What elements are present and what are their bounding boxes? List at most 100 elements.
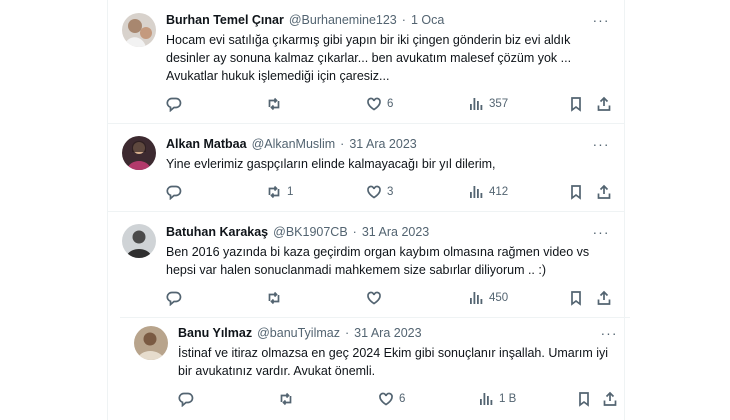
bookmark-button[interactable] xyxy=(568,183,584,201)
like-button[interactable]: 3 xyxy=(366,183,393,201)
retweet-icon xyxy=(280,392,292,406)
share-icon xyxy=(597,290,611,305)
display-name[interactable]: Burhan Temel Çınar xyxy=(166,13,284,27)
separator-dot: · xyxy=(340,137,345,151)
more-icon[interactable]: ··· xyxy=(592,12,610,28)
views-button[interactable]: 450 xyxy=(468,289,508,307)
reply-icon xyxy=(178,392,194,407)
display-name[interactable]: Alkan Matbaa xyxy=(166,137,247,151)
views-icon xyxy=(470,292,483,304)
retweet-icon xyxy=(268,97,280,111)
reply-button[interactable] xyxy=(166,289,182,307)
views-button[interactable]: 357 xyxy=(468,95,508,113)
retweet-button[interactable] xyxy=(278,390,299,408)
like-icon xyxy=(367,97,381,111)
display-name[interactable]: Batuhan Karakaş xyxy=(166,225,268,239)
bookmark-button[interactable] xyxy=(576,390,592,408)
views-count: 412 xyxy=(489,186,509,198)
avatar[interactable] xyxy=(122,136,156,170)
like-button[interactable]: 6 xyxy=(378,390,405,408)
share-button[interactable] xyxy=(596,183,612,201)
timestamp[interactable]: 31 Ara 2023 xyxy=(354,326,421,340)
reply-icon xyxy=(166,97,182,112)
views-button[interactable]: 1 B xyxy=(478,390,516,408)
tweet-text: Ben 2016 yazında bi kaza geçirdim organ … xyxy=(166,245,590,277)
views-icon xyxy=(470,98,483,110)
user-handle[interactable]: @banuTyilmaz xyxy=(257,326,340,340)
retweet-icon xyxy=(268,291,280,305)
tweet-divider xyxy=(108,123,624,124)
share-button[interactable] xyxy=(596,95,612,113)
avatar-photo xyxy=(134,326,168,360)
share-icon xyxy=(597,184,611,199)
reply-icon xyxy=(166,185,182,200)
action-bar: 1 3 412 xyxy=(166,183,612,201)
share-icon xyxy=(597,96,611,111)
avatar-photo xyxy=(122,136,156,170)
tweet-header: Burhan Temel Çınar @Burhanemine123 · 1 O… xyxy=(166,13,444,27)
tweet-text: İstinaf ve itiraz olmazsa en geç 2024 Ek… xyxy=(178,346,609,378)
separator-dot: · xyxy=(344,326,350,340)
tweet-divider xyxy=(120,317,630,318)
timestamp[interactable]: 1 Oca xyxy=(411,13,444,27)
retweet-button[interactable] xyxy=(266,95,287,113)
bookmark-icon xyxy=(571,185,581,200)
reply-button[interactable] xyxy=(166,95,182,113)
more-icon[interactable]: ··· xyxy=(600,325,618,341)
reply-icon xyxy=(166,291,182,306)
more-icon[interactable]: ··· xyxy=(592,224,610,240)
views-count: 450 xyxy=(489,292,509,304)
avatar[interactable] xyxy=(122,13,156,47)
share-button[interactable] xyxy=(596,289,612,307)
avatar-photo xyxy=(122,13,156,47)
timestamp[interactable]: 31 Ara 2023 xyxy=(362,225,429,239)
avatar-photo xyxy=(122,224,156,258)
more-icon[interactable]: ··· xyxy=(592,136,610,152)
retweet-count: 1 xyxy=(287,186,294,198)
bookmark-button[interactable] xyxy=(568,289,584,307)
display-name[interactable]: Banu Yılmaz xyxy=(178,326,252,340)
like-count: 6 xyxy=(399,393,406,405)
retweet-icon xyxy=(268,185,280,199)
action-bar: 6 1 B xyxy=(178,390,624,408)
replies-column: Burhan Temel Çınar @Burhanemine123 · 1 O… xyxy=(0,0,730,420)
share-icon xyxy=(603,391,617,406)
retweet-button[interactable] xyxy=(266,289,287,307)
views-count: 357 xyxy=(489,98,509,110)
views-icon xyxy=(470,186,483,198)
avatar[interactable] xyxy=(122,224,156,258)
like-count: 6 xyxy=(387,98,394,110)
like-icon xyxy=(379,392,393,406)
views-count: 1 B xyxy=(499,393,517,405)
tweet-text: Hocam evi satılığa çıkarmış gibi yapın b… xyxy=(166,33,572,83)
tweet-header: Banu Yılmaz @banuTyilmaz · 31 Ara 2023 xyxy=(178,326,422,340)
action-bar: 6 357 xyxy=(166,95,612,113)
like-count: 3 xyxy=(387,186,394,198)
reply-button[interactable] xyxy=(166,183,182,201)
bookmark-icon xyxy=(571,291,581,306)
avatar[interactable] xyxy=(134,326,168,360)
retweet-button[interactable]: 1 xyxy=(266,183,293,201)
tweet-text: Yine evlerimiz gaspçıların elinde kalmay… xyxy=(166,157,496,171)
bookmark-button[interactable] xyxy=(568,95,584,113)
reply-button[interactable] xyxy=(178,390,194,408)
views-icon xyxy=(480,393,493,405)
separator-dot: · xyxy=(401,13,406,27)
share-button[interactable] xyxy=(602,390,618,408)
tweet-header: Alkan Matbaa @AlkanMuslim · 31 Ara 2023 xyxy=(166,137,417,151)
bookmark-icon xyxy=(579,392,589,407)
like-icon xyxy=(367,291,381,305)
column-border-right xyxy=(624,0,625,420)
tweet-header: Batuhan Karakaş @BK1907CB · 31 Ara 2023 xyxy=(166,225,429,239)
user-handle[interactable]: @BK1907CB xyxy=(273,225,348,239)
like-button[interactable] xyxy=(366,289,387,307)
views-button[interactable]: 412 xyxy=(468,183,508,201)
user-handle[interactable]: @AlkanMuslim xyxy=(252,137,336,151)
timestamp[interactable]: 31 Ara 2023 xyxy=(349,137,416,151)
action-bar: 450 xyxy=(166,289,612,307)
tweet-divider xyxy=(108,211,624,212)
like-icon xyxy=(367,185,381,199)
bookmark-icon xyxy=(571,97,581,112)
like-button[interactable]: 6 xyxy=(366,95,393,113)
user-handle[interactable]: @Burhanemine123 xyxy=(289,13,397,27)
